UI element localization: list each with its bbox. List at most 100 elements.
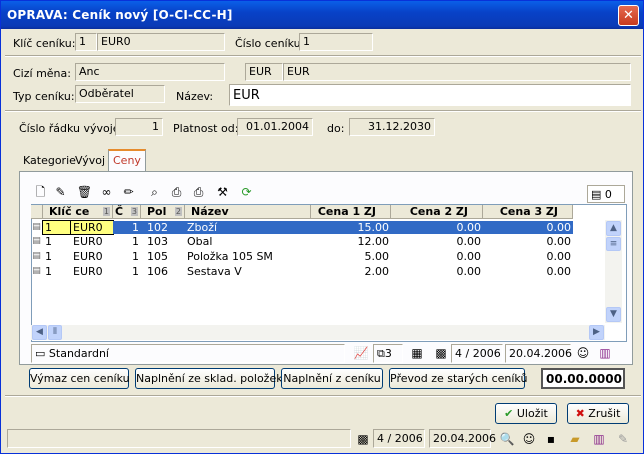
cell-cena1: 12.00 bbox=[357, 235, 390, 248]
nazev-field[interactable]: EUR bbox=[229, 84, 631, 106]
status-date: 20.04.2006 bbox=[429, 429, 496, 448]
tab-ceny[interactable]: Ceny bbox=[108, 149, 146, 172]
chart-icon[interactable]: 📈 bbox=[353, 345, 369, 361]
cell-cena1: 5.00 bbox=[364, 250, 390, 263]
scroll-down-icon[interactable]: ▼ bbox=[606, 307, 621, 322]
sort-index: 3 bbox=[130, 207, 138, 216]
status-period: 4 / 2006 bbox=[373, 429, 425, 448]
layout-box[interactable]: ▭ Standardní bbox=[31, 344, 345, 363]
tools-icon[interactable]: ⚒ bbox=[213, 183, 232, 202]
prevod-button[interactable]: Převod ze starých ceníků bbox=[389, 368, 527, 389]
cell-klic-num: 1 bbox=[45, 250, 52, 263]
scroll-thumb[interactable]: ≡ bbox=[606, 237, 621, 251]
column-header-pol[interactable]: Pol 2 bbox=[141, 205, 185, 219]
cell-pol: 105 bbox=[147, 250, 168, 263]
horizontal-scrollbar[interactable]: ◀ ⦀ ▶ bbox=[31, 325, 605, 340]
scroll-right-icon[interactable]: ▶ bbox=[589, 325, 604, 340]
cell-cena3: 0.00 bbox=[483, 221, 573, 234]
row-indicator-icon: ▤ bbox=[32, 236, 41, 246]
cislo-field[interactable]: 1 bbox=[299, 33, 373, 51]
user-icon[interactable]: ☺ bbox=[575, 345, 591, 361]
edit-icon[interactable]: ✎ bbox=[51, 183, 70, 202]
divider bbox=[5, 110, 641, 112]
preview-icon[interactable]: 🔍 bbox=[499, 431, 515, 447]
layout-icon: ▭ bbox=[35, 347, 46, 360]
tab-vyvoj[interactable]: Vývoj bbox=[71, 151, 109, 171]
table-row[interactable]: 1 EUR0 1 106 Sestava V 2.00 0.00 0.00 bbox=[43, 265, 573, 278]
dialog-window: OPRAVA: Ceník nový [O-CI-CC-H] ✕ Klíč ce… bbox=[0, 0, 644, 454]
folder-icon[interactable]: ▰ bbox=[567, 431, 583, 447]
calendar-icon[interactable]: ▩ bbox=[433, 345, 449, 361]
mena-name-field: EUR bbox=[283, 63, 631, 81]
column-header-c[interactable]: Č3 bbox=[113, 205, 141, 219]
column-header-cena3[interactable]: Cena 3 ZJ bbox=[483, 205, 573, 219]
cell-c: 1 bbox=[132, 250, 139, 263]
column-header-klic[interactable]: Klíč ce 1 bbox=[43, 205, 113, 219]
row-indicator-icon: ▤ bbox=[32, 251, 41, 261]
print-icon[interactable]: ⎙ bbox=[167, 183, 186, 202]
cell-pol: 102 bbox=[141, 221, 185, 234]
naplneni-cenik-button[interactable]: Naplnění z ceníku bbox=[281, 368, 383, 389]
cell-cena2: 0.00 bbox=[456, 265, 482, 278]
table-row[interactable]: 1 EUR0 1 102 Zboží 15.00 0.00 0.00 bbox=[42, 220, 573, 235]
column-header-nazev[interactable]: Název bbox=[185, 205, 311, 219]
klic-code-field[interactable]: EUR0 bbox=[97, 33, 225, 51]
cell-nazev: Sestava V bbox=[187, 265, 242, 278]
scroll-up-icon[interactable]: ▲ bbox=[606, 221, 621, 236]
vymaz-button[interactable]: Výmaz cen ceníku bbox=[29, 368, 130, 389]
user-icon[interactable]: ☺ bbox=[521, 431, 537, 447]
row-indicator-icon: ▤ bbox=[32, 222, 41, 232]
counter-icon: ▤ bbox=[591, 188, 602, 201]
count-box: ⧉3 bbox=[373, 344, 403, 363]
cell-klic-code: EUR0 bbox=[73, 265, 103, 278]
platnost-od-field[interactable]: 01.01.2004 bbox=[237, 118, 313, 136]
title-bar[interactable]: OPRAVA: Ceník nový [O-CI-CC-H] ✕ bbox=[1, 1, 643, 29]
naplneni-sklad-button[interactable]: Naplnění ze sklad. položek bbox=[135, 368, 283, 389]
save-disk-icon[interactable]: ▪ bbox=[543, 431, 559, 447]
status-message bbox=[7, 429, 351, 448]
glasses-icon[interactable]: ∞ bbox=[97, 183, 116, 202]
klic-number-field[interactable]: 1 bbox=[75, 33, 97, 51]
scroll-left-icon[interactable]: ◀ bbox=[32, 325, 47, 340]
cell-pol: 106 bbox=[147, 265, 168, 278]
radek-field[interactable]: 1 bbox=[115, 118, 163, 136]
vertical-scrollbar[interactable]: ▲ ≡ ▼ bbox=[605, 220, 622, 323]
pencil-icon[interactable]: ✏ bbox=[119, 183, 138, 202]
date-box: 20.04.2006 bbox=[505, 344, 572, 363]
column-header-cena2[interactable]: Cena 2 ZJ bbox=[391, 205, 483, 219]
search-icon[interactable]: ⌕ bbox=[145, 183, 164, 202]
save-button[interactable]: ✔ Uložit bbox=[495, 403, 557, 424]
table-row[interactable]: 1 EUR0 1 103 Obal 12.00 0.00 0.00 bbox=[43, 235, 573, 248]
print-preview-icon[interactable]: ⎙ bbox=[189, 183, 208, 202]
pen-icon[interactable]: ✎ bbox=[615, 431, 631, 447]
refresh-icon[interactable]: ⟳ bbox=[237, 183, 256, 202]
cancel-button[interactable]: ✖ Zrušit bbox=[567, 403, 629, 424]
books-icon[interactable]: ▥ bbox=[591, 431, 607, 447]
cell-c: 1 bbox=[132, 235, 139, 248]
count-value: 3 bbox=[384, 347, 392, 360]
mena-field[interactable]: Anc bbox=[75, 63, 225, 81]
sort-index: 2 bbox=[174, 207, 182, 216]
typ-field[interactable]: Odběratel bbox=[75, 85, 165, 103]
close-button[interactable]: ✕ bbox=[618, 5, 639, 26]
counter-value: 0 bbox=[604, 188, 612, 201]
calendar-icon[interactable]: ▩ bbox=[355, 431, 371, 447]
cell-nazev: Obal bbox=[187, 235, 213, 248]
delete-icon[interactable]: 🗑 bbox=[75, 183, 94, 202]
radek-label: Číslo řádku vývoje: bbox=[19, 122, 124, 135]
table-row[interactable]: 1 EUR0 1 105 Položka 105 SM 5.00 0.00 0.… bbox=[43, 250, 573, 263]
column-header-cena1[interactable]: Cena 1 ZJ bbox=[311, 205, 391, 219]
cell-cena2: 0.00 bbox=[456, 250, 482, 263]
grid-icon[interactable]: ▦ bbox=[409, 345, 425, 361]
cell-klic-num: 1 bbox=[45, 235, 52, 248]
new-record-icon[interactable]: 🗋 bbox=[31, 183, 50, 202]
cell-cena1: 2.00 bbox=[364, 265, 390, 278]
scroll-thumb[interactable]: ⦀ bbox=[48, 325, 62, 340]
platnost-label: Platnost od: bbox=[173, 122, 239, 135]
platnost-do-field[interactable]: 31.12.2030 bbox=[349, 118, 435, 136]
nazev-label: Název: bbox=[176, 90, 214, 103]
amount-field[interactable]: 00.00.0000 bbox=[541, 368, 625, 389]
klic-label: Klíč ceníku: bbox=[13, 37, 76, 50]
layout-name: Standardní bbox=[48, 347, 109, 360]
books-icon[interactable]: ▥ bbox=[597, 345, 613, 361]
